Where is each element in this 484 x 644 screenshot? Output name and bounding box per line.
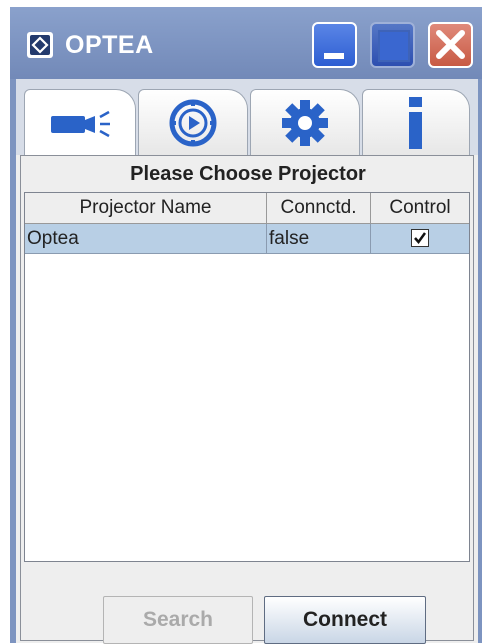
panel-title: Please Choose Projector: [130, 163, 366, 185]
minimize-button[interactable]: [312, 22, 357, 68]
table-row[interactable]: Optea false: [25, 224, 469, 254]
cell-connected[interactable]: false: [267, 224, 371, 253]
gear-icon: [282, 99, 328, 146]
column-header-connected[interactable]: Connctd.: [267, 193, 371, 223]
minimize-icon: [324, 53, 344, 59]
table-header: Projector Name Connctd. Control: [25, 193, 469, 224]
tab-info[interactable]: [362, 89, 470, 155]
column-header-projector-name[interactable]: Projector Name: [25, 193, 267, 223]
app-window: OPTEA Please Choose Projector Projector …: [10, 7, 482, 644]
tab-projectors[interactable]: [24, 89, 136, 157]
column-header-control[interactable]: Control: [371, 193, 469, 223]
play-circle-icon: [169, 99, 217, 146]
window-title: OPTEA: [65, 31, 154, 59]
tab-bar: [16, 79, 478, 157]
title-bar[interactable]: OPTEA: [10, 7, 482, 79]
maximize-button[interactable]: [370, 22, 415, 68]
cell-projector-name[interactable]: Optea: [25, 224, 267, 253]
maximize-icon: [378, 30, 410, 62]
projector-panel: Please Choose Projector Projector Name C…: [20, 155, 474, 644]
tab-settings[interactable]: [250, 89, 360, 155]
projector-icon: [51, 110, 110, 137]
close-icon: [436, 30, 465, 59]
info-icon: [409, 96, 422, 149]
projector-table[interactable]: Projector Name Connctd. Control Optea fa…: [24, 192, 470, 562]
tab-playback[interactable]: [138, 89, 248, 155]
search-button[interactable]: Search: [103, 596, 253, 644]
cell-control[interactable]: [371, 224, 469, 253]
checkmark-icon: [414, 232, 427, 245]
connect-button[interactable]: Connect: [264, 596, 426, 644]
control-checkbox[interactable]: [411, 229, 429, 247]
main-panel: Please Choose Projector Projector Name C…: [16, 79, 478, 644]
optea-logo-icon[interactable]: [27, 32, 53, 58]
close-button[interactable]: [428, 22, 473, 68]
